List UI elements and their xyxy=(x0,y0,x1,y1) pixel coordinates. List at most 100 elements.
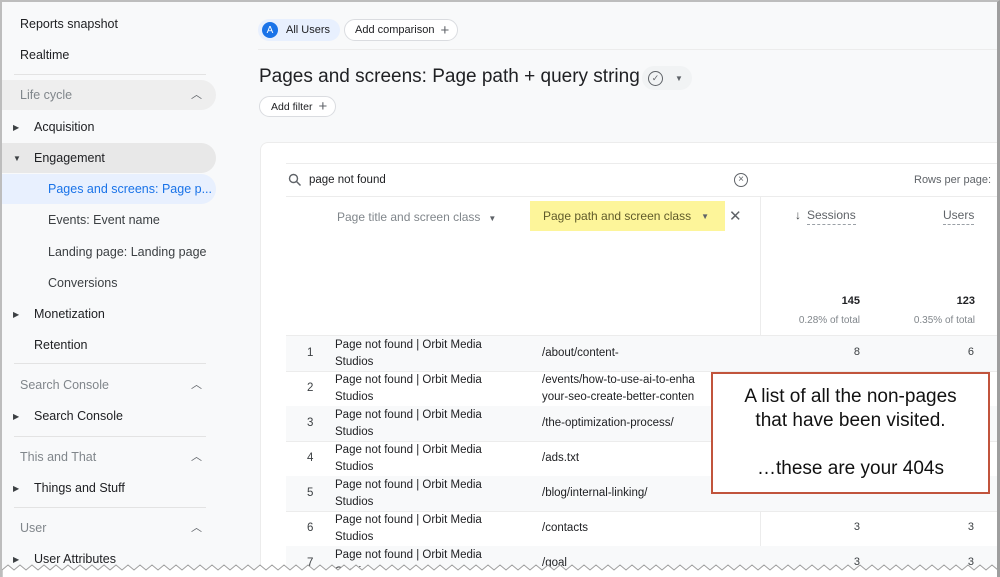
row-index: 3 xyxy=(307,417,314,429)
cell-line: Studios xyxy=(335,356,374,368)
sidebar-item-label: Landing page: Landing page xyxy=(48,245,207,259)
cell-line: /blog/internal-linking/ xyxy=(542,487,648,499)
divider xyxy=(14,507,206,508)
page-path-cell[interactable]: /events/how-to-use-ai-to-enha your-seo-cr… xyxy=(542,372,712,406)
add-comparison-label: Add comparison xyxy=(355,24,435,36)
cell-line: Studios xyxy=(335,531,374,543)
sidebar-item-monetization[interactable]: ▶ Monetization xyxy=(2,299,216,329)
torn-edge-decoration xyxy=(2,564,997,577)
clear-search-icon[interactable]: × xyxy=(734,173,748,187)
divider xyxy=(14,74,206,75)
sidebar-item-label: Conversions xyxy=(48,276,118,290)
rows-per-page-label: Rows per page: xyxy=(914,174,992,186)
row-index: 5 xyxy=(307,487,314,499)
row-index: 6 xyxy=(307,522,314,534)
caret-right-icon: ▶ xyxy=(13,411,20,421)
caret-right-icon: ▶ xyxy=(13,554,20,564)
sidebar-item-label: Acquisition xyxy=(34,120,95,134)
sidebar-item-events[interactable]: Events: Event name xyxy=(2,205,216,235)
metric-label: Sessions xyxy=(807,208,856,225)
cell-line: Studios xyxy=(335,391,374,403)
add-comparison-button[interactable]: Add comparison + xyxy=(344,19,459,41)
cell-line: Page not found | Orbit Media xyxy=(335,444,482,456)
page-title-cell: Page not found | Orbit Media Studios xyxy=(335,512,525,546)
page-path-cell[interactable]: /contacts xyxy=(542,520,712,537)
sidebar-item-retention[interactable]: Retention xyxy=(2,330,216,360)
row-index: 1 xyxy=(307,347,314,359)
caret-right-icon: ▶ xyxy=(13,309,20,319)
cell-line: /events/how-to-use-ai-to-enha xyxy=(542,374,695,386)
metric-header-sessions[interactable]: ↓ Sessions xyxy=(795,208,856,225)
metric-label: Users xyxy=(943,208,975,225)
users-cell: 6 xyxy=(967,346,974,358)
sidebar-item-acquisition[interactable]: ▶ Acquisition xyxy=(2,112,216,142)
section-title: This and That xyxy=(20,450,97,464)
caret-right-icon: ▶ xyxy=(13,483,20,493)
cell-line: Page not found | Orbit Media xyxy=(335,339,482,351)
sidebar-item-landing-page[interactable]: Landing page: Landing page xyxy=(2,237,216,267)
metric-header-users[interactable]: Users xyxy=(943,208,975,225)
table-row[interactable]: 1 Page not found | Orbit Media Studios/abo… xyxy=(286,336,997,371)
sidebar-item-label: Events: Event name xyxy=(48,213,160,227)
sessions-cell: 8 xyxy=(853,346,860,358)
section-title: Search Console xyxy=(20,378,109,392)
divider xyxy=(14,363,206,364)
search-icon xyxy=(288,173,302,187)
sidebar-item-realtime[interactable]: Realtime xyxy=(20,48,69,62)
cell-line: Page not found | Orbit Media xyxy=(335,514,482,526)
cell-line: Page not found | Orbit Media xyxy=(335,409,482,421)
dimension-header-page-title[interactable]: Page title and screen class ▼ xyxy=(337,210,496,224)
table-row[interactable]: 6 Page not found | Orbit Media Studios/con… xyxy=(286,511,997,546)
cell-line: Studios xyxy=(335,461,374,473)
dimension-header-page-path[interactable]: Page path and screen class ▼ xyxy=(530,201,725,231)
report-status-dropdown[interactable]: ✓ ▼ xyxy=(642,66,692,90)
add-filter-button[interactable]: Add filter + xyxy=(259,96,337,117)
page-title-cell: Page not found | Orbit Media Studios xyxy=(335,442,525,476)
page-path-cell[interactable]: /ads.txt xyxy=(542,450,712,467)
row-index: 2 xyxy=(307,382,314,394)
sidebar-item-search-console[interactable]: ▶ Search Console xyxy=(2,401,216,431)
chevron-up-icon: ︿ xyxy=(191,379,202,391)
sessions-total-pct: 0.28% of total xyxy=(798,315,860,326)
segment-chip-all-users[interactable]: A All Users xyxy=(258,19,341,41)
app-window: Reports snapshot Realtime Life cycle ︿ ▶… xyxy=(0,0,1000,577)
page-path-cell[interactable]: /about/content- xyxy=(542,345,712,362)
section-header-search-console[interactable]: Search Console ︿ xyxy=(2,370,216,400)
chevron-up-icon: ︿ xyxy=(191,522,202,534)
sort-desc-arrow-icon: ↓ xyxy=(795,208,801,222)
page-title-cell: Page not found | Orbit Media Studios xyxy=(335,337,525,371)
sidebar-item-pages-and-screens[interactable]: Pages and screens: Page p... xyxy=(2,174,216,204)
add-filter-label: Add filter xyxy=(271,100,313,113)
sessions-total: 145 xyxy=(841,295,860,307)
sidebar-item-engagement[interactable]: ▼ Engagement xyxy=(2,143,216,173)
row-index: 4 xyxy=(307,452,314,464)
section-header-user[interactable]: User ︿ xyxy=(2,513,216,543)
sidebar-item-things-and-stuff[interactable]: ▶ Things and Stuff xyxy=(2,473,216,503)
sidebar-item-label: Retention xyxy=(34,338,88,352)
chevron-up-icon: ︿ xyxy=(191,89,202,101)
sidebar: Reports snapshot Realtime Life cycle ︿ ▶… xyxy=(2,2,220,577)
annotation-callout: A list of all the non-pages that have be… xyxy=(711,372,990,494)
caret-down-icon: ▼ xyxy=(488,214,497,223)
sessions-cell: 3 xyxy=(853,521,860,533)
cell-line: /the-optimization-process/ xyxy=(542,417,674,429)
section-header-this-and-that[interactable]: This and That ︿ xyxy=(2,442,216,472)
cell-line: your-seo-create-better-conten xyxy=(542,391,695,403)
divider xyxy=(14,436,206,437)
caret-down-icon: ▼ xyxy=(701,211,710,221)
sidebar-item-label: Pages and screens: Page p... xyxy=(48,182,212,196)
sidebar-item-reports-snapshot[interactable]: Reports snapshot xyxy=(20,17,118,31)
page-title-cell: Page not found | Orbit Media Studios xyxy=(335,477,525,511)
search-input[interactable]: page not found xyxy=(309,174,386,186)
plus-icon: + xyxy=(440,21,450,39)
callout-line: …these are your 404s xyxy=(757,458,944,479)
segment-label: All Users xyxy=(286,24,331,36)
sidebar-item-conversions[interactable]: Conversions xyxy=(2,268,216,298)
page-path-cell[interactable]: /blog/internal-linking/ xyxy=(542,485,712,502)
page-title-cell: Page not found | Orbit Media Studios xyxy=(335,407,525,441)
section-header-life-cycle[interactable]: Life cycle ︿ xyxy=(2,80,216,110)
page-path-cell[interactable]: /the-optimization-process/ xyxy=(542,415,712,432)
table-search-bar[interactable]: page not found × Rows per page: xyxy=(286,163,997,197)
cell-line: Page not found | Orbit Media xyxy=(335,374,482,386)
remove-dimension-close-icon[interactable]: ✕ xyxy=(729,207,742,225)
